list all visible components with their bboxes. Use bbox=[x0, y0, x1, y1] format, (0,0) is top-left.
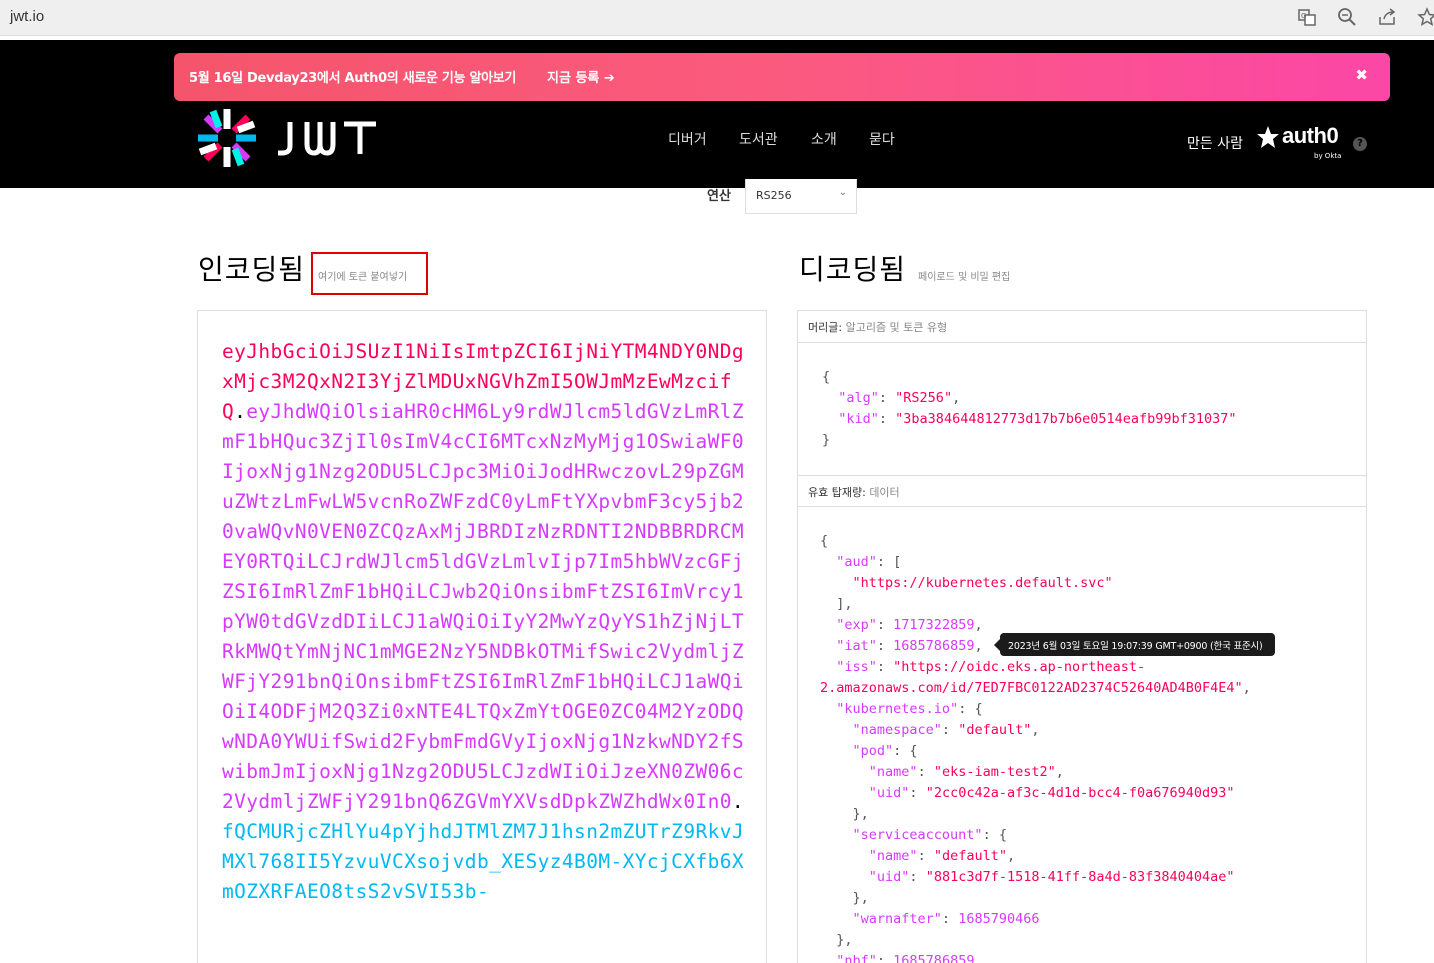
close-banner-icon[interactable]: ✖ bbox=[1355, 66, 1368, 84]
iat-date-tooltip: 2023년 6월 03일 토요일 19:07:39 GMT+0900 (한국 표… bbox=[994, 633, 1275, 656]
algorithm-label: 연산 bbox=[707, 189, 731, 204]
json-value: "https://oidc.eks.ap-northeast- bbox=[893, 659, 1146, 675]
decoded-title: 디코딩됨 bbox=[799, 253, 907, 286]
json-value: "2cc0c42a-af3c-4d1d-bcc4-f0a676940d93" bbox=[925, 785, 1235, 801]
json-key: "nbf" bbox=[836, 953, 877, 963]
json-key: "exp" bbox=[836, 617, 877, 633]
jwt-wordmark[interactable] bbox=[276, 112, 380, 162]
json-value: 1717322859 bbox=[893, 617, 975, 633]
nav-debugger[interactable]: 디버거 bbox=[668, 129, 707, 149]
json-key: "uid" bbox=[868, 869, 910, 885]
algorithm-select[interactable]: RS256 ⌄ bbox=[745, 179, 857, 214]
edit-payload-hint: 페이로드 및 비밀 편집 bbox=[918, 272, 1011, 283]
by-okta-label: by Okta bbox=[1314, 152, 1342, 160]
register-now-link[interactable]: 지금 등록 ➔ bbox=[547, 67, 615, 86]
highlight-annotation bbox=[311, 252, 428, 295]
json-value: "https://kubernetes.default.svc" bbox=[852, 575, 1113, 591]
json-value: "default" bbox=[933, 848, 1007, 864]
json-key: "namespace" bbox=[852, 722, 942, 738]
json-key: "warnafter" bbox=[852, 911, 942, 927]
header-json-editor[interactable]: { "alg": "RS256", "kid": "3ba38464481277… bbox=[822, 367, 1237, 451]
nav-ask[interactable]: 묻다 bbox=[869, 129, 895, 149]
algorithm-value: RS256 bbox=[756, 189, 792, 202]
payload-json-editor[interactable]: { "aud": [ "https://kubernetes.default.s… bbox=[820, 531, 1251, 963]
chevron-down-icon: ⌄ bbox=[838, 187, 847, 198]
banner-text: 5월 16일 Devday23에서 Auth0의 새로운 기능 알아보기 bbox=[189, 71, 517, 86]
nav-library[interactable]: 도서관 bbox=[739, 129, 778, 149]
svg-text:G: G bbox=[1301, 12, 1306, 20]
json-key: "name" bbox=[868, 764, 918, 780]
site-header: 5월 16일 Devday23에서 Auth0의 새로운 기능 알아보기 지금 … bbox=[0, 40, 1434, 188]
token-dot: . bbox=[731, 790, 745, 813]
json-value: 1685786859 bbox=[893, 638, 975, 654]
json-value: "RS256" bbox=[895, 390, 953, 406]
nav-introduction[interactable]: 소개 bbox=[811, 129, 837, 149]
payload-section-sub: 데이터 bbox=[869, 486, 900, 499]
translate-icon[interactable]: G bbox=[1296, 7, 1318, 29]
json-key: "pod" bbox=[852, 743, 894, 759]
url-text[interactable]: jwt.io bbox=[10, 8, 44, 25]
header-section-sub: 알고리즘 및 토큰 유형 bbox=[845, 321, 948, 334]
token-payload-part: eyJhdWQiOlsiaHR0cHM6Ly9rdWJlcm5ldGVzLmRl… bbox=[222, 400, 745, 813]
jwt-logo-icon[interactable] bbox=[196, 107, 258, 169]
json-key: "aud" bbox=[836, 554, 877, 570]
jwt-token-text[interactable]: eyJhbGciOiJSUzI1NiIsImtpZCI6IjNiYTM4NDY0… bbox=[222, 337, 752, 907]
json-key: "name" bbox=[868, 848, 918, 864]
payload-section-title: 유효 탑재량: 데이터 bbox=[798, 475, 1366, 507]
token-signature-part: fQCMURjcZHlYu4pYjhdJTMlZM7J1hsn2mZUTrZ9R… bbox=[222, 820, 745, 903]
json-key: "serviceaccount" bbox=[852, 827, 983, 843]
json-key: "uid" bbox=[868, 785, 910, 801]
json-value: 2.amazonaws.com/id/7ED7FBC0122AD2374C526… bbox=[820, 680, 1243, 696]
json-key: "iss" bbox=[836, 659, 877, 675]
header-section-label: 머리글: bbox=[808, 321, 843, 334]
json-value: "default" bbox=[958, 722, 1032, 738]
json-value: 1685790466 bbox=[958, 911, 1040, 927]
zoom-icon[interactable] bbox=[1336, 7, 1358, 29]
made-by-label: 만든 사람 bbox=[1187, 136, 1243, 152]
json-value: "eks-iam-test2" bbox=[933, 764, 1056, 780]
token-dot: . bbox=[234, 400, 247, 423]
json-key: "alg" bbox=[838, 390, 879, 406]
auth0-brand: auth0 bbox=[1282, 123, 1339, 148]
payload-section-label: 유효 탑재량: bbox=[808, 486, 866, 499]
json-key: "kid" bbox=[838, 411, 879, 427]
json-key: "iat" bbox=[836, 638, 877, 654]
encoded-title: 인코딩됨 bbox=[198, 253, 306, 286]
json-key: "kubernetes.io" bbox=[836, 701, 959, 717]
bookmark-star-icon[interactable] bbox=[1416, 7, 1434, 29]
browser-bar: jwt.io G bbox=[0, 0, 1434, 36]
auth0-shield-icon bbox=[1257, 126, 1279, 148]
header-section-title: 머리글: 알고리즘 및 토큰 유형 bbox=[798, 311, 1366, 343]
promo-banner: 5월 16일 Devday23에서 Auth0의 새로운 기능 알아보기 지금 … bbox=[174, 53, 1390, 101]
json-value: "881c3d7f-1518-41ff-8a4d-83f3840404ae" bbox=[925, 869, 1235, 885]
share-icon[interactable] bbox=[1376, 7, 1398, 29]
json-value: 1685786859 bbox=[893, 953, 975, 963]
encoded-token-editor[interactable]: eyJhbGciOiJSUzI1NiIsImtpZCI6IjNiYTM4NDY0… bbox=[197, 310, 767, 963]
help-icon[interactable]: ? bbox=[1353, 137, 1367, 151]
json-value: "3ba384644812773d17b7b6e0514eafb99bf3103… bbox=[895, 411, 1237, 427]
